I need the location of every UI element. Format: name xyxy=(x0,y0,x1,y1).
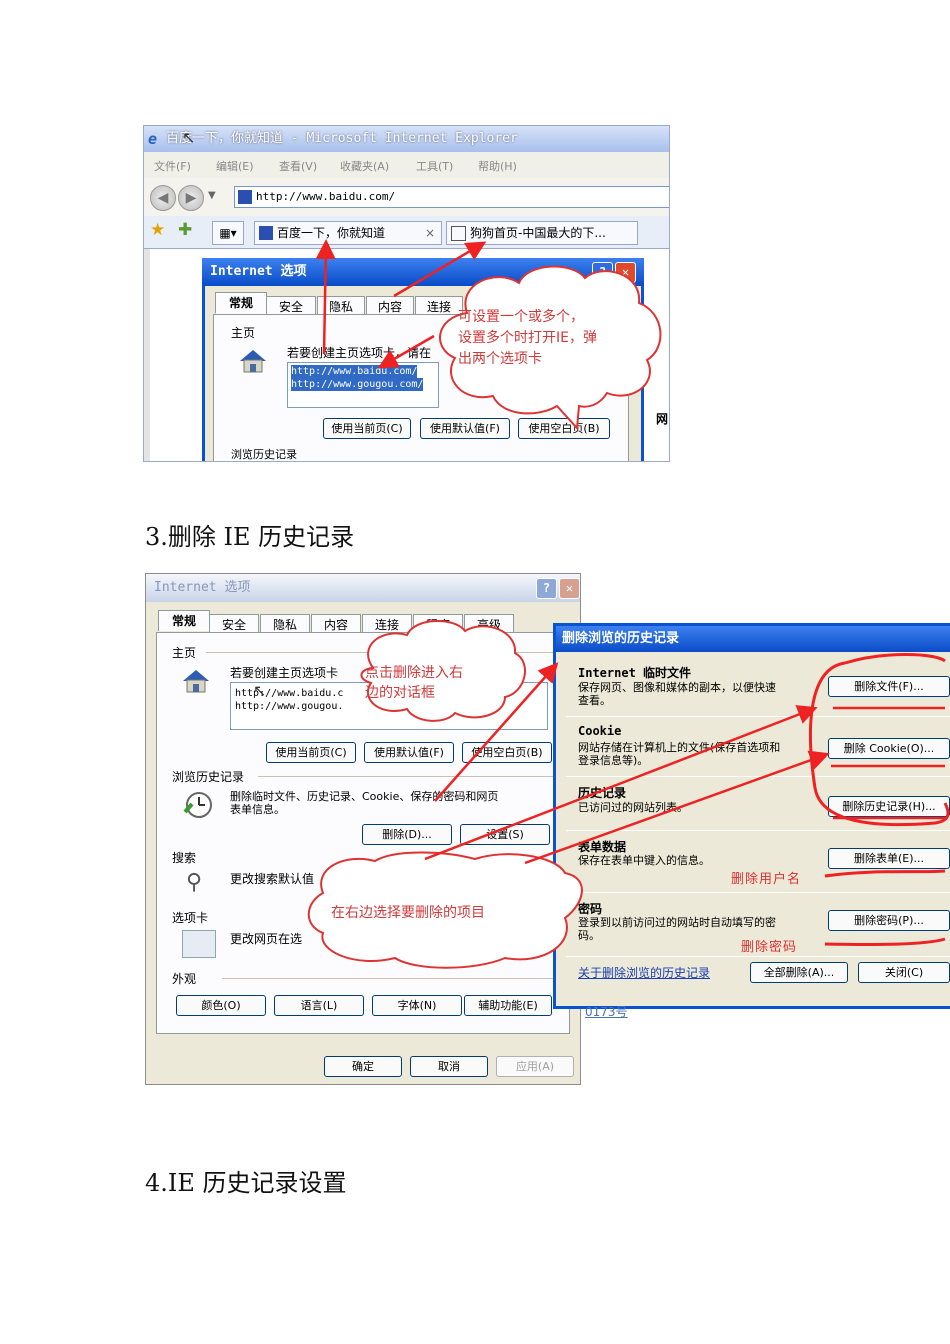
annotation-layer xyxy=(307,619,950,969)
callout-top-line-1: 点击删除进入右 xyxy=(365,665,463,681)
ie-options-screenshot-1: e 百度一下，你就知道 - Microsoft Internet Explore… xyxy=(143,125,670,462)
heading-history-settings: 4.IE 历史记录设置 xyxy=(145,1169,347,1197)
heading-delete-history: 3.删除 IE 历史记录 xyxy=(145,523,355,551)
mouse-cursor-icon: ↖ xyxy=(182,128,196,147)
annotation-arrows xyxy=(315,239,487,369)
mouse-cursor-icon: ↖ xyxy=(253,681,267,700)
callout-top-line-2: 边的对话框 xyxy=(365,685,435,701)
ie-options-screenshot-2: Internet 选项 ? ✕ 常规 安全 隐私 内容 连接 程序 高级 主页 … xyxy=(145,573,950,1087)
callout-bottom-text: 在右边选择要删除的项目 xyxy=(331,905,485,921)
